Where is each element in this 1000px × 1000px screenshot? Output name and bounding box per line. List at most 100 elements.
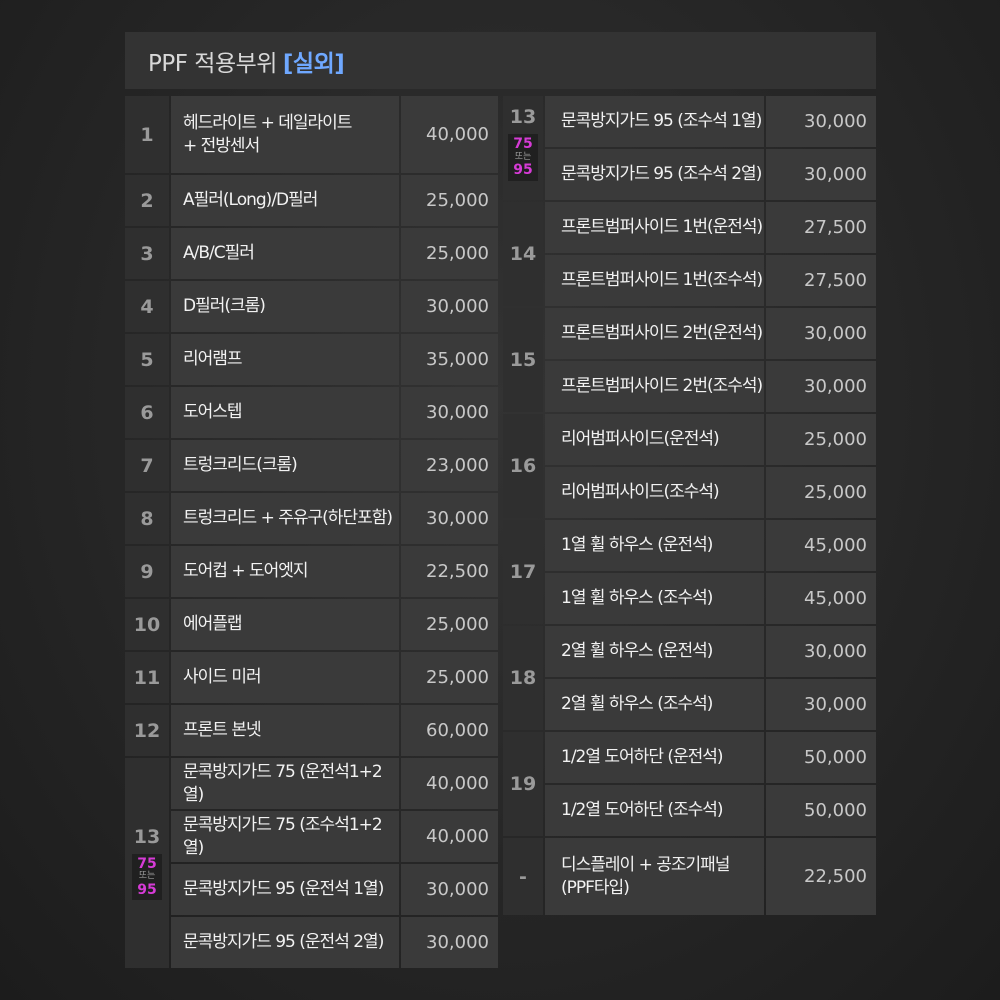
- item-price: 30,000: [766, 308, 876, 359]
- item-label: 도어컵 + 도어엣지: [171, 546, 399, 597]
- item-label: 1열 휠 하우스 (운전석): [545, 520, 764, 571]
- item-group: 19 1/2열 도어하단 (운전석) 50,000 1/2열 도어하단 (조수석) 50…: [503, 732, 876, 836]
- item-price: 30,000: [766, 361, 876, 412]
- item-label: 프론트 본넷: [171, 705, 399, 756]
- item-number-cell: 2: [125, 175, 169, 226]
- table-row: 1/2열 도어하단 (조수석) 50,000: [545, 785, 876, 836]
- item-group: 14 프론트범퍼사이드 1번(운전석) 27,500 프론트범퍼사이드 1번(조수석)…: [503, 202, 876, 306]
- item-number-cell: 5: [125, 334, 169, 385]
- item-label: A/B/C필러: [171, 228, 399, 279]
- item-group: 7 트렁크리드(크롬) 23,000: [125, 440, 498, 491]
- table-row: 1열 휠 하우스 (운전석) 45,000: [545, 520, 876, 571]
- item-label: 문콕방지가드 95 (운전석 2열): [171, 917, 399, 968]
- item-group: 17 1열 휠 하우스 (운전석) 45,000 1열 휠 하우스 (조수석) 45,0…: [503, 520, 876, 624]
- item-price: 25,000: [766, 414, 876, 465]
- item-number: 19: [509, 773, 537, 795]
- item-group: 2 A필러(Long)/D필러 25,000: [125, 175, 498, 226]
- item-group: 6 도어스텝 30,000: [125, 387, 498, 438]
- item-label: 프론트범퍼사이드 2번(운전석): [545, 308, 764, 359]
- item-number-cell: 13 75 또는 95: [125, 758, 169, 968]
- item-label: 프론트범퍼사이드 2번(조수석): [545, 361, 764, 412]
- item-label: 문콕방지가드 95 (조수석 2열): [545, 149, 764, 200]
- item-number: 8: [140, 507, 154, 530]
- size-badge-bottom: 95: [137, 881, 157, 898]
- table-row: 문콕방지가드 95 (운전석 1열) 30,000: [171, 864, 498, 915]
- item-group: 10 에어플랩 25,000: [125, 599, 498, 650]
- item-label: 헤드라이트 + 데일라이트 + 전방센서: [171, 96, 399, 173]
- item-label: 1/2열 도어하단 (조수석): [545, 785, 764, 836]
- item-price: 30,000: [401, 387, 498, 438]
- table-row: 프론트범퍼사이드 1번(운전석) 27,500: [545, 202, 876, 253]
- table-row: 헤드라이트 + 데일라이트 + 전방센서 40,000: [171, 96, 498, 173]
- item-price: 25,000: [766, 467, 876, 518]
- item-label: 사이드 미러: [171, 652, 399, 703]
- item-number: 7: [140, 454, 154, 477]
- item-price: 22,500: [766, 838, 876, 915]
- size-badge-bottom: 95: [513, 162, 533, 179]
- item-number: 13: [133, 825, 161, 848]
- item-price: 30,000: [401, 917, 498, 968]
- price-table-left: 1 헤드라이트 + 데일라이트 + 전방센서 40,000 2 A필러(Long)/D필…: [125, 96, 498, 970]
- table-row: 프론트범퍼사이드 2번(조수석) 30,000: [545, 361, 876, 412]
- item-label: 도어스텝: [171, 387, 399, 438]
- item-group: 18 2열 휠 하우스 (운전석) 30,000 2열 휠 하우스 (조수석) 30,0…: [503, 626, 876, 730]
- item-label: 문콕방지가드 95 (조수석 1열): [545, 96, 764, 147]
- item-label: 2열 휠 하우스 (운전석): [545, 626, 764, 677]
- price-table-right: 13 75 또는 95 문콕방지가드 95 (조수석 1열) 30,000 문콕방지가드 9…: [503, 96, 876, 917]
- item-price: 25,000: [401, 652, 498, 703]
- table-row: 도어컵 + 도어엣지 22,500: [171, 546, 498, 597]
- table-row: 문콕방지가드 75 (조수석1+2열) 40,000: [171, 811, 498, 862]
- item-label: A필러(Long)/D필러: [171, 175, 399, 226]
- item-number-cell: -: [503, 838, 543, 915]
- size-badge-or: 또는: [514, 151, 532, 162]
- size-badge-top: 75: [513, 136, 533, 152]
- item-price: 40,000: [401, 96, 498, 173]
- item-group: 12 프론트 본넷 60,000: [125, 705, 498, 756]
- item-number: -: [519, 865, 527, 888]
- item-number-cell: 14: [503, 202, 543, 306]
- item-price: 25,000: [401, 228, 498, 279]
- table-row: 2열 휠 하우스 (조수석) 30,000: [545, 679, 876, 730]
- item-number-cell: 3: [125, 228, 169, 279]
- item-number: 13: [509, 106, 537, 128]
- item-price: 30,000: [766, 626, 876, 677]
- item-number: 16: [509, 455, 537, 477]
- item-number: 17: [509, 561, 537, 583]
- item-number: 10: [133, 613, 161, 636]
- item-number-cell: 4: [125, 281, 169, 332]
- item-price: 27,500: [766, 202, 876, 253]
- item-number-cell: 17: [503, 520, 543, 624]
- item-price: 30,000: [766, 679, 876, 730]
- item-number-cell: 6: [125, 387, 169, 438]
- item-number-cell: 19: [503, 732, 543, 836]
- item-number-cell: 10: [125, 599, 169, 650]
- page-title-accent: [실외]: [282, 50, 345, 77]
- table-row: 트렁크리드 + 주유구(하단포함) 30,000: [171, 493, 498, 544]
- table-row: 트렁크리드(크롬) 23,000: [171, 440, 498, 491]
- item-label: D필러(크롬): [171, 281, 399, 332]
- item-label: 리어램프: [171, 334, 399, 385]
- table-row: 문콕방지가드 95 (조수석 1열) 30,000: [545, 96, 876, 147]
- table-row: 1열 휠 하우스 (조수석) 45,000: [545, 573, 876, 624]
- item-group: 4 D필러(크롬) 30,000: [125, 281, 498, 332]
- item-group: 13 75 또는 95 문콕방지가드 95 (조수석 1열) 30,000 문콕방지가드 9…: [503, 96, 876, 200]
- item-group: 15 프론트범퍼사이드 2번(운전석) 30,000 프론트범퍼사이드 2번(조수석)…: [503, 308, 876, 412]
- item-group: 16 리어범퍼사이드(운전석) 25,000 리어범퍼사이드(조수석) 25,000: [503, 414, 876, 518]
- table-row: 1/2열 도어하단 (운전석) 50,000: [545, 732, 876, 783]
- table-row: 프론트 본넷 60,000: [171, 705, 498, 756]
- table-row: D필러(크롬) 30,000: [171, 281, 498, 332]
- item-price: 50,000: [766, 785, 876, 836]
- item-label: 프론트범퍼사이드 1번(운전석): [545, 202, 764, 253]
- item-label: 문콕방지가드 75 (조수석1+2열): [171, 811, 399, 862]
- table-row: 디스플레이 + 공조기패널 (PPF타입) 22,500: [545, 838, 876, 915]
- size-badge: 75 또는 95: [508, 134, 538, 181]
- item-group: 13 75 또는 95 문콕방지가드 75 (운전석1+2열) 40,000 문콕방지가드 …: [125, 758, 498, 968]
- item-number-cell: 1: [125, 96, 169, 173]
- item-label: 트렁크리드 + 주유구(하단포함): [171, 493, 399, 544]
- item-number: 1: [140, 123, 154, 146]
- item-number: 11: [133, 666, 161, 689]
- item-number: 5: [140, 348, 154, 371]
- item-price: 30,000: [401, 281, 498, 332]
- item-label: 리어범퍼사이드(조수석): [545, 467, 764, 518]
- item-number-cell: 7: [125, 440, 169, 491]
